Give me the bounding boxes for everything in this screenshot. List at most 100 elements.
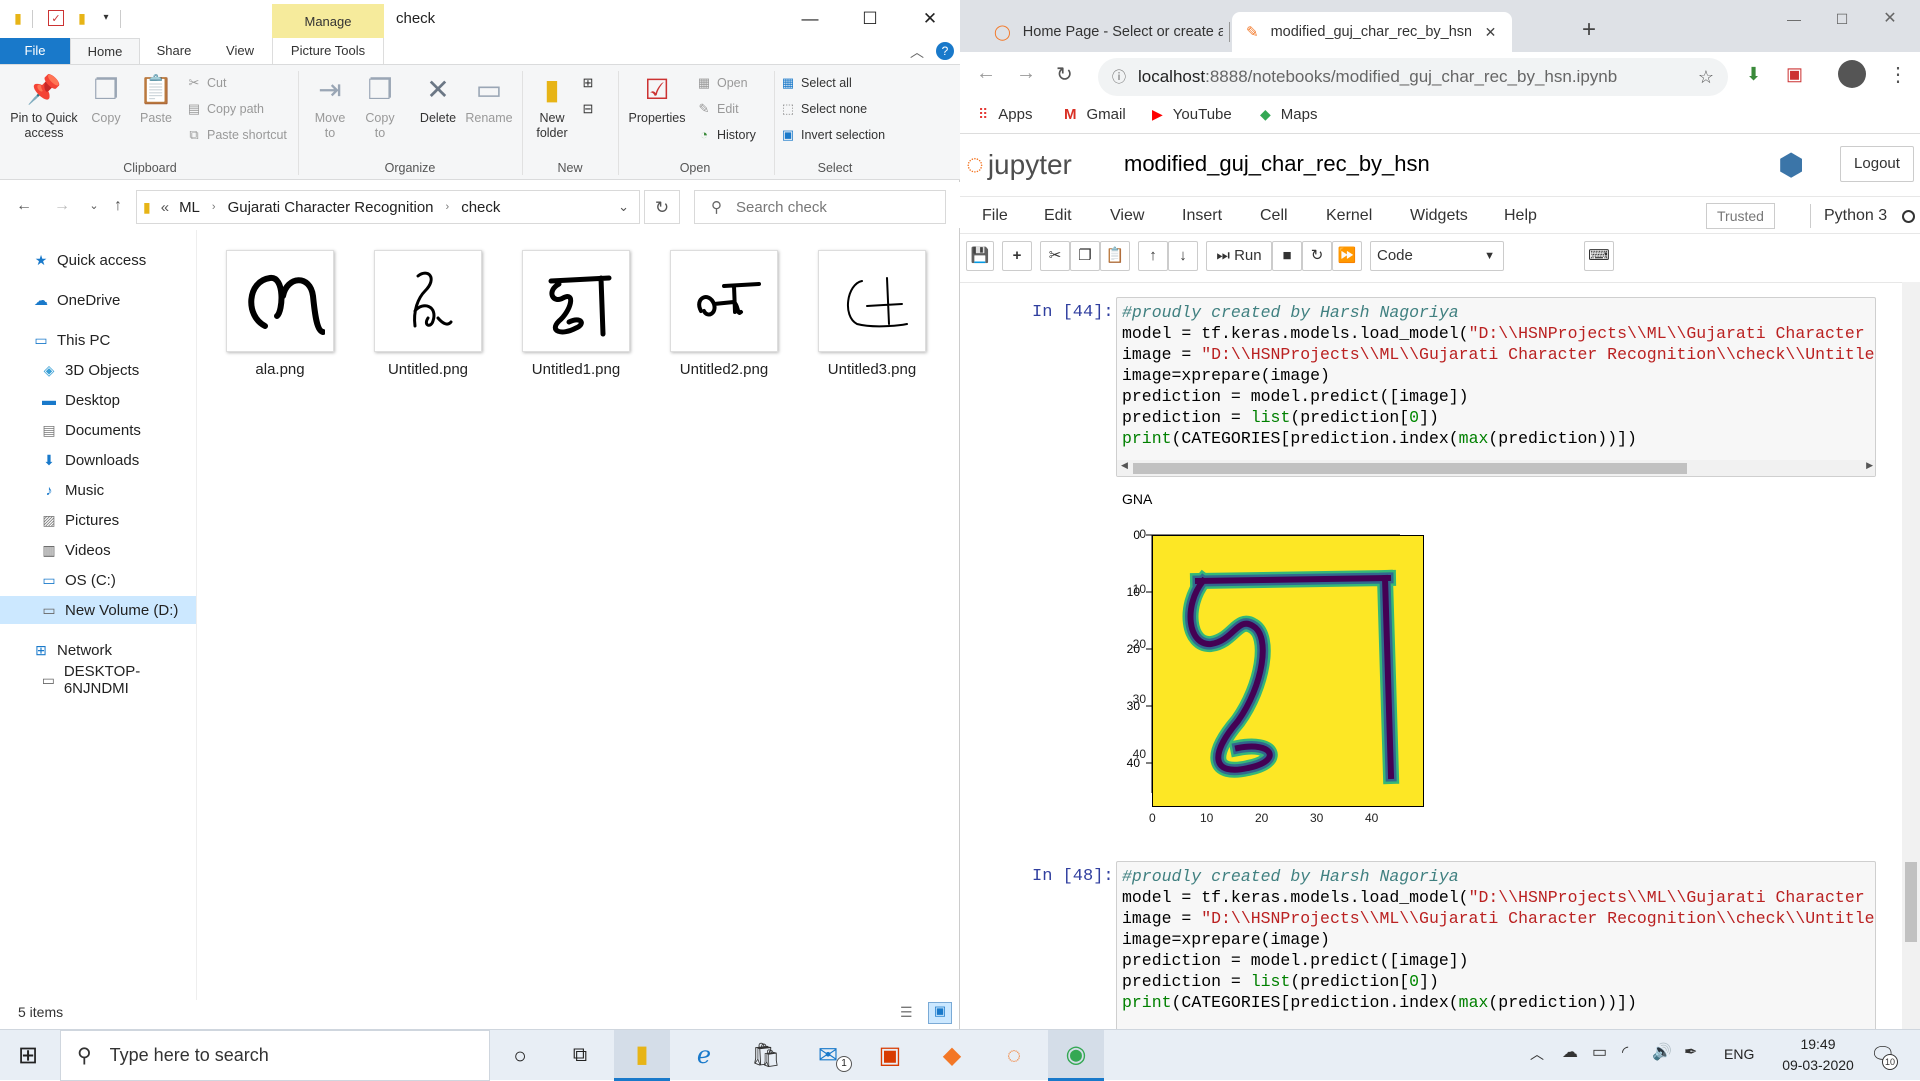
nav-documents[interactable]: ▤ Documents — [0, 416, 196, 444]
language-indicator[interactable]: ENG — [1724, 1046, 1754, 1062]
volume-icon[interactable]: 🔊 — [1652, 1042, 1672, 1062]
battery-icon[interactable]: ▭ — [1592, 1042, 1607, 1062]
refresh-icon[interactable]: ↻ — [644, 190, 680, 224]
nav-pictures[interactable]: ▨ Pictures — [0, 506, 196, 534]
copy-to-button[interactable]: ❐ Copy to — [360, 71, 400, 141]
help-icon[interactable]: ? — [936, 42, 954, 60]
recent-locations-icon[interactable]: ⌄ — [82, 194, 106, 218]
mail-icon[interactable]: ✉ 1 — [800, 1030, 856, 1081]
select-all-button[interactable]: ▦ Select all — [780, 73, 852, 93]
windows-start-icon[interactable]: ⊞ — [0, 1030, 56, 1081]
scrollbar-thumb[interactable] — [1905, 862, 1917, 942]
tab-home-page[interactable]: ◯ Home Page - Select or create a n — [980, 12, 1228, 52]
action-center-icon[interactable]: 🗨 10 — [1870, 1042, 1898, 1070]
pin-quick-access-button[interactable]: 📌 Pin to Quick access — [6, 71, 82, 141]
office-icon[interactable]: ▣ — [862, 1030, 918, 1081]
collapse-ribbon-icon[interactable]: ︿ — [910, 42, 924, 62]
extension-icon[interactable]: ⬇ — [1746, 64, 1761, 85]
notebook-name[interactable]: modified_guj_char_rec_by_hsn — [1124, 151, 1430, 177]
cortana-circle-icon[interactable]: ○ — [492, 1030, 548, 1081]
tab-home[interactable]: Home — [70, 38, 140, 64]
chrome-taskbar-icon[interactable]: ◉ — [1048, 1030, 1104, 1081]
menu-kernel[interactable]: Kernel — [1326, 197, 1372, 235]
back-arrow-icon[interactable]: ← — [12, 194, 36, 218]
copy-cells-icon[interactable]: ❐ — [1070, 241, 1100, 271]
menu-view[interactable]: View — [1110, 197, 1144, 235]
new-tab-plus-icon[interactable]: + — [1582, 16, 1596, 44]
logout-button[interactable]: Logout — [1840, 146, 1914, 182]
reload-icon[interactable]: ↻ — [1056, 62, 1073, 87]
copy-path-button[interactable]: ▤ Copy path — [186, 99, 264, 119]
tab-share[interactable]: Share — [148, 38, 200, 64]
bookmark-apps[interactable]: ⠿ Apps — [978, 106, 1032, 123]
edge-browser-icon[interactable]: ℯ — [676, 1030, 732, 1081]
new-item-button[interactable]: ⊞ — [580, 73, 601, 93]
code-cell[interactable]: #proudly created by Harsh Nagoriya model… — [1116, 297, 1876, 477]
scrollbar-thumb[interactable] — [1133, 463, 1687, 474]
breadcrumb-overflow[interactable]: « — [161, 199, 169, 216]
move-to-button[interactable]: ⇥ Move to — [310, 71, 350, 141]
properties-qat-icon[interactable]: ✓ — [48, 10, 64, 26]
horizontal-scrollbar[interactable]: ◀ ▶ — [1117, 460, 1875, 476]
manage-contextual-tab[interactable]: Manage — [272, 4, 384, 40]
keyboard-icon[interactable]: ⌨ — [1584, 241, 1614, 271]
new-folder-button[interactable]: ▮ New folder — [530, 71, 574, 141]
file-item[interactable]: Untitled2.png — [659, 250, 789, 378]
nav-music[interactable]: ♪ Music — [0, 476, 196, 504]
menu-edit[interactable]: Edit — [1044, 197, 1072, 235]
breadcrumb-gujarati[interactable]: Gujarati Character Recognition — [228, 199, 434, 216]
onedrive-tray-icon[interactable]: ☁ — [1562, 1042, 1578, 1062]
qat-dropdown-icon[interactable]: ▾ — [98, 10, 114, 26]
restart-run-all-icon[interactable]: ⏩ — [1332, 241, 1362, 271]
bookmark-star-icon[interactable]: ☆ — [1698, 67, 1714, 88]
forward-arrow-icon[interactable]: → — [50, 194, 74, 218]
cut-button[interactable]: ✂ Cut — [186, 73, 227, 93]
wifi-icon[interactable]: ◜ — [1622, 1042, 1628, 1062]
large-icons-view-icon[interactable]: ▣ — [928, 1002, 952, 1024]
breadcrumb-ml[interactable]: ML — [179, 199, 200, 216]
nav-videos[interactable]: ▥ Videos — [0, 536, 196, 564]
new-folder-qat-icon[interactable]: ▮ — [74, 10, 90, 26]
menu-help[interactable]: Help — [1504, 197, 1537, 235]
nav-downloads[interactable]: ⬇ Downloads — [0, 446, 196, 474]
scroll-left-icon[interactable]: ◀ — [1121, 460, 1128, 471]
insert-cell-plus-icon[interactable]: + — [1002, 241, 1032, 271]
cell-type-select[interactable]: Code ▼ — [1370, 241, 1504, 271]
restart-icon[interactable]: ↻ — [1302, 241, 1332, 271]
jupyter-taskbar-icon[interactable]: ◌ — [986, 1030, 1042, 1081]
address-dropdown-icon[interactable]: ⌄ — [618, 199, 629, 215]
back-arrow-icon[interactable]: ← — [976, 62, 996, 85]
paste-shortcut-button[interactable]: ⧉ Paste shortcut — [186, 125, 287, 145]
easy-access-button[interactable]: ⊟ — [580, 99, 601, 119]
nav-onedrive[interactable]: ☁ OneDrive — [0, 286, 196, 314]
paste-cells-icon[interactable]: 📋 — [1100, 241, 1130, 271]
copy-button[interactable]: ❐ Copy — [86, 71, 126, 126]
url-bar[interactable]: ⓘ localhost:8888/notebooks/modified_guj_… — [1098, 58, 1728, 96]
nav-network[interactable]: ⊞ Network — [0, 636, 196, 664]
search-input[interactable]: ⚲ Search check — [694, 190, 946, 224]
tab-notebook[interactable]: ✎ modified_guj_char_rec_by_hsn - J ✕ — [1232, 12, 1512, 52]
nav-this-pc[interactable]: ▭ This PC — [0, 326, 196, 354]
file-item[interactable]: Untitled.png — [363, 250, 493, 378]
nav-3d-objects[interactable]: ◈ 3D Objects — [0, 356, 196, 384]
pen-icon[interactable]: ✒ — [1684, 1042, 1697, 1062]
trusted-indicator[interactable]: Trusted — [1706, 203, 1775, 229]
save-icon[interactable]: 💾 — [966, 241, 994, 271]
interrupt-stop-icon[interactable]: ■ — [1272, 241, 1302, 271]
rename-button[interactable]: ▭ Rename — [464, 71, 514, 126]
file-explorer-taskbar-icon[interactable]: ▮ — [614, 1030, 670, 1081]
bookmark-gmail[interactable]: M Gmail — [1064, 106, 1126, 123]
edit-button[interactable]: ✎ Edit — [696, 99, 739, 119]
anaconda-navigator-icon[interactable]: ◆ — [924, 1030, 980, 1081]
nav-desktop[interactable]: ▬ Desktop — [0, 386, 196, 414]
move-down-arrow-icon[interactable]: ↓ — [1168, 241, 1198, 271]
up-arrow-icon[interactable]: ↑ — [106, 194, 130, 218]
task-view-icon[interactable]: ⧉ — [552, 1030, 608, 1081]
nav-os-c[interactable]: ▭ OS (C:) — [0, 566, 196, 594]
properties-button[interactable]: ☑ Properties — [624, 71, 690, 126]
close-button[interactable]: ✕ — [1860, 0, 1920, 38]
delete-button[interactable]: ✕ Delete — [414, 71, 462, 126]
menu-cell[interactable]: Cell — [1260, 197, 1288, 235]
tab-view[interactable]: View — [214, 38, 266, 64]
move-up-arrow-icon[interactable]: ↑ — [1138, 241, 1168, 271]
